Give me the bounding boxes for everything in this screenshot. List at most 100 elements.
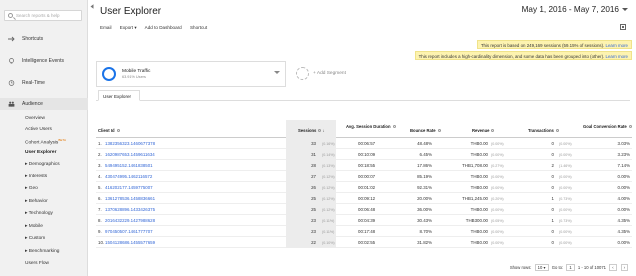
- goal-conversion-value: 0.00%: [617, 174, 630, 179]
- goal-conversion-value: 0.00%: [617, 240, 630, 245]
- sidebar-item-intelligence[interactable]: Intelligence Events: [0, 55, 88, 67]
- avg-duration-value: 00:00:07: [358, 174, 376, 179]
- col-client-id[interactable]: Client Id: [98, 128, 120, 133]
- go-to-label: Go to:: [551, 265, 564, 270]
- table-row: 2. 1620987653.1459611634 31 (0.14%) 00:10:09…: [96, 149, 632, 160]
- transactions-percent: (0.00%): [559, 186, 572, 190]
- avg-duration-value: 00:18:55: [358, 163, 376, 168]
- help-icon: [318, 129, 322, 133]
- sessions-value: 22: [311, 240, 316, 245]
- sidebar-sub-mobile[interactable]: ▸ Mobile: [25, 224, 43, 229]
- sessions-percent: (0.13%): [322, 164, 335, 168]
- bounce-rate-value: 17.86%: [417, 163, 432, 168]
- help-icon: [392, 125, 396, 129]
- goal-conversion-value: 7.14%: [617, 163, 630, 168]
- tab-user-explorer[interactable]: User Explorer: [98, 90, 140, 101]
- client-id-link[interactable]: 1382356323.1460677378: [105, 141, 155, 146]
- date-range-picker[interactable]: May 1, 2016 - May 7, 2016: [522, 5, 628, 14]
- sidebar-item-shortcuts[interactable]: Shortcuts: [0, 33, 88, 45]
- sidebar-item-audience[interactable]: Audience: [0, 98, 88, 110]
- prev-page-button[interactable]: ‹: [609, 264, 617, 271]
- client-id-link[interactable]: 1361278536.1458836661: [105, 196, 155, 201]
- export-button[interactable]: Export ▾: [120, 25, 137, 30]
- client-id-link[interactable]: 1620987653.1459611634: [105, 152, 155, 157]
- sidebar-sub-geo[interactable]: ▸ Geo: [25, 186, 38, 191]
- sidebar-sub-active-users[interactable]: Active Users: [25, 127, 52, 132]
- next-page-button[interactable]: ›: [620, 264, 628, 271]
- table-row: 5. 416202177.1459775007 26 (0.12%) 00:01:02 9…: [96, 182, 632, 193]
- bounce-rate-value: 8.70%: [419, 229, 432, 234]
- col-revenue[interactable]: Revenue: [472, 128, 495, 133]
- transactions-value: 0: [551, 174, 554, 179]
- bounce-rate-value: 92.31%: [417, 185, 432, 190]
- sessions-value: 23: [311, 218, 316, 223]
- col-goal-conversion[interactable]: Goal Conversion Rate: [583, 124, 632, 129]
- sidebar-sub-custom[interactable]: ▸ Custom: [25, 236, 45, 241]
- sidebar-sub-user-explorer[interactable]: User Explorer: [25, 150, 56, 155]
- add-segment-button[interactable]: + Add Segment: [292, 66, 482, 82]
- ga-user-explorer: Search reports & help Shortcuts Intellig…: [0, 0, 636, 276]
- help-icon: [437, 129, 441, 133]
- segment-card[interactable]: Mobile Traffic 63.91% Users: [96, 61, 286, 87]
- sessions-value: 23: [311, 229, 316, 234]
- sidebar-sub-cohort[interactable]: Cohort AnalysisBETA: [25, 138, 66, 146]
- rows-per-page-select[interactable]: 10 ▾: [534, 264, 549, 271]
- shortcut-button[interactable]: Shortcut: [190, 25, 207, 30]
- sidebar-sub-behavior[interactable]: ▸ Behavior: [25, 199, 48, 204]
- sidebar-sub-demographics[interactable]: ▸ Demographics: [25, 162, 60, 167]
- client-id-link[interactable]: 1370628896.1433426375: [105, 207, 155, 212]
- add-to-dashboard-button[interactable]: Add to Dashboard: [145, 25, 182, 30]
- row-number: 9.: [98, 229, 102, 234]
- goal-conversion-value: 3.03%: [617, 141, 630, 146]
- search-input[interactable]: Search reports & help: [4, 10, 82, 21]
- goal-conversion-value: 4.35%: [617, 218, 630, 223]
- add-segment-circle-icon: [296, 67, 309, 80]
- transactions-value: 0: [551, 141, 554, 146]
- revenue-value: THB0.00: [470, 174, 488, 179]
- revenue-percent: (0.00%): [491, 186, 504, 190]
- sidebar-item-realtime[interactable]: Real-Time: [0, 77, 88, 89]
- table-row: 7. 1370628896.1433426375 25 (0.12%) 00:06:48…: [96, 204, 632, 215]
- col-transactions[interactable]: Transactions: [528, 128, 559, 133]
- goal-conversion-value: 4.00%: [617, 196, 630, 201]
- sidebar-sub-users-flow[interactable]: Users Flow: [25, 261, 49, 266]
- client-id-link[interactable]: 2016432229.1427988628: [105, 218, 155, 223]
- transactions-percent: (0.00%): [559, 153, 572, 157]
- col-label: Goal Conversion Rate: [583, 124, 627, 129]
- transactions-value: 1: [551, 196, 554, 201]
- chevron-down-icon: [622, 8, 628, 12]
- sessions-value: 27: [311, 174, 316, 179]
- client-id-link[interactable]: 416202177.1459775007: [105, 185, 153, 190]
- sidebar-sub-technology[interactable]: ▸ Technology: [25, 211, 53, 216]
- client-id-link[interactable]: 549495152.1461838501: [105, 163, 153, 168]
- col-bounce-rate[interactable]: Bounce Rate: [410, 128, 441, 133]
- go-to-input[interactable]: 1: [566, 264, 575, 271]
- client-id-link[interactable]: 970450507.1461777707: [105, 229, 153, 234]
- revenue-value: THB1,245.00: [462, 196, 488, 201]
- lightbulb-icon: [9, 58, 14, 64]
- col-sessions[interactable]: Sessions ↓: [298, 128, 325, 133]
- learn-more-link[interactable]: Learn more: [606, 43, 628, 48]
- table-body: 1. 1382356323.1460677378 33 (0.16%) 00:06:57…: [96, 138, 632, 248]
- email-button[interactable]: Email: [100, 25, 112, 30]
- collapse-sidebar-icon[interactable]: [90, 4, 94, 9]
- col-avg-duration[interactable]: Avg. Session Duration: [346, 124, 396, 129]
- table-row: 10. 1504128686.1455577659 22 (0.10%) 00:02:5…: [96, 237, 632, 248]
- table-row: 6. 1361278536.1458836661 25 (0.12%) 00:09:12…: [96, 193, 632, 204]
- transactions-percent: (0.73%): [559, 219, 572, 223]
- search-placeholder: Search reports & help: [16, 13, 60, 18]
- col-label: Avg. Session Duration: [346, 124, 391, 129]
- client-id-link[interactable]: 1504128686.1455577659: [105, 240, 155, 245]
- sidebar-item-label: Intelligence Events: [22, 58, 64, 64]
- sidebar-sub-overview[interactable]: Overview: [25, 116, 45, 121]
- date-range-label: May 1, 2016 - May 7, 2016: [521, 5, 619, 14]
- sidebar-sub-benchmarking[interactable]: ▸ Benchmarking: [25, 249, 59, 254]
- table-row: 9. 970450507.1461777707 23 (0.11%) 00:17:48 8…: [96, 226, 632, 237]
- client-id-link[interactable]: 430474995.1462116572: [105, 174, 152, 179]
- help-icon: [555, 129, 559, 133]
- learn-more-link[interactable]: Learn more: [606, 54, 628, 59]
- sidebar-sub-interests[interactable]: ▸ Interests: [25, 174, 47, 179]
- chevron-down-icon[interactable]: [274, 71, 280, 74]
- insights-icon[interactable]: [620, 24, 626, 30]
- revenue-value: THB0.00: [470, 207, 488, 212]
